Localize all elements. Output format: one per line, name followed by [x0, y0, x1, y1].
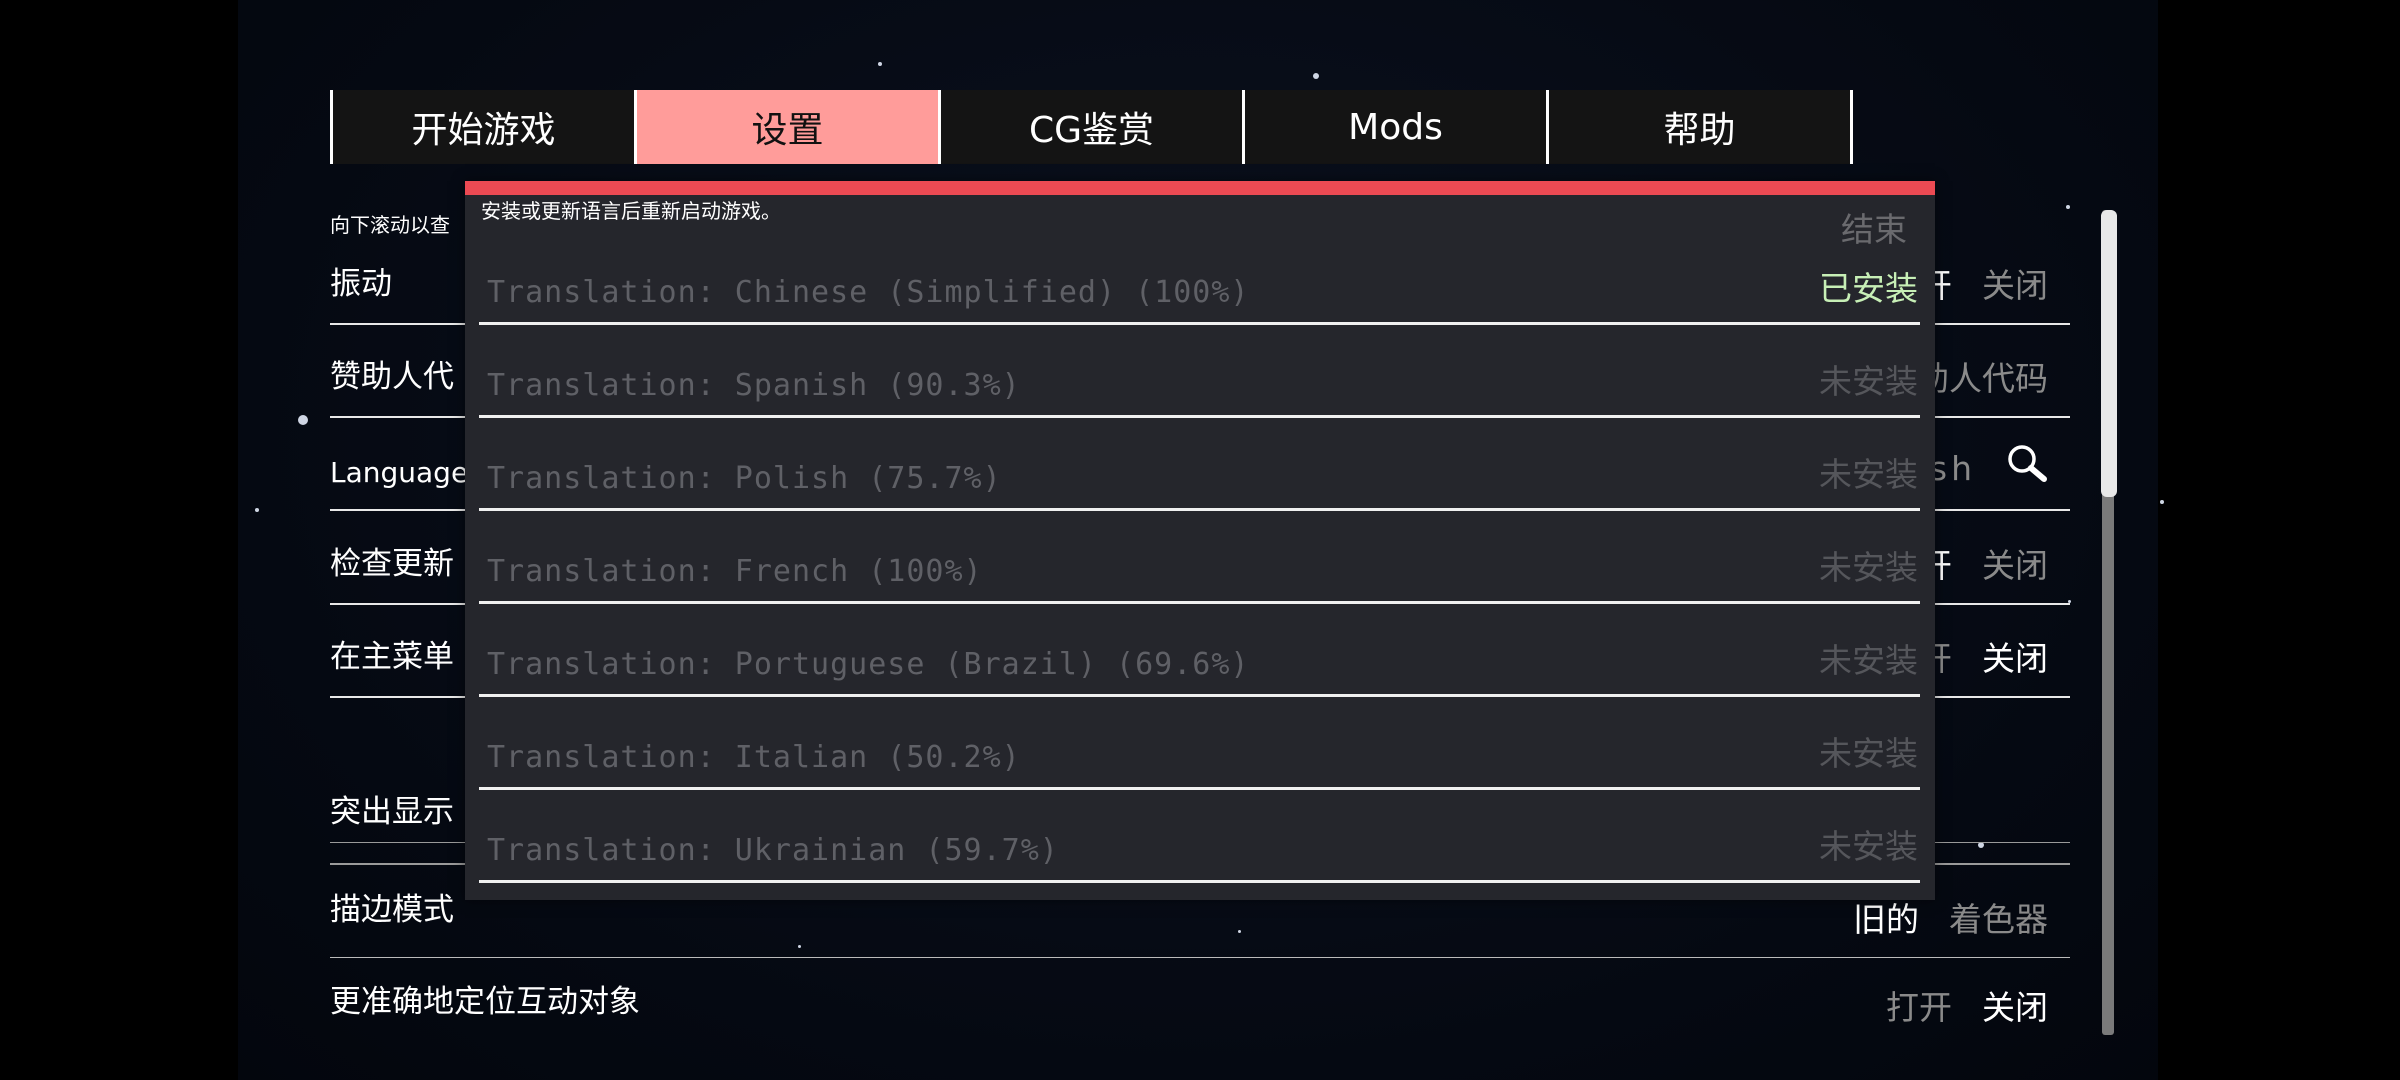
star [255, 508, 259, 512]
setting-label: 振动 [330, 266, 392, 302]
install-status: 已安装 [1819, 269, 1918, 308]
setting-label: 赞助人代 [330, 359, 454, 395]
star [2066, 205, 2070, 209]
search-icon[interactable] [2006, 443, 2048, 493]
language-item[interactable]: Translation: Polish (75.7%) 未安装 [479, 418, 1920, 511]
language-dialog: 安装或更新语言后重新启动游戏。 结束 Translation: Chinese … [465, 181, 1935, 900]
language-item[interactable]: Translation: French (100%) 未安装 [479, 511, 1920, 604]
install-status: 未安装 [1819, 362, 1918, 401]
language-name: Translation: Polish (75.7%) [487, 461, 1002, 496]
setting-label: Language [330, 456, 469, 489]
option-off[interactable]: 关闭 [1982, 632, 2048, 680]
star [878, 62, 882, 66]
install-status: 未安装 [1819, 548, 1918, 587]
tab-start-game[interactable]: 开始游戏 [333, 90, 637, 164]
install-status: 未安装 [1819, 641, 1918, 680]
language-name: Translation: Portuguese (Brazil) (69.6%) [487, 647, 1250, 682]
option-on[interactable]: 打开 [1886, 981, 1952, 1029]
tab-settings[interactable]: 设置 [637, 90, 941, 164]
scrollbar[interactable] [2101, 210, 2117, 1035]
setting-label: 描边模式 [330, 892, 454, 928]
option-off[interactable]: 关闭 [1982, 981, 2048, 1029]
tab-mods[interactable]: Mods [1245, 90, 1549, 164]
option-shader[interactable]: 着色器 [1949, 893, 2048, 941]
star [1313, 73, 1319, 79]
install-status: 未安装 [1819, 734, 1918, 773]
setting-label: 在主菜单 [330, 639, 454, 675]
setting-precise-targeting: 更准确地定位互动对象 打开 关闭 [330, 958, 2070, 1051]
language-name: Translation: Ukrainian (59.7%) [487, 833, 1059, 868]
option-off[interactable]: 关闭 [1982, 539, 2048, 587]
star [2160, 500, 2164, 504]
install-status: 未安装 [1819, 455, 1918, 494]
tab-help[interactable]: 帮助 [1549, 90, 1853, 164]
install-status: 未安装 [1819, 827, 1918, 866]
option-old[interactable]: 旧的 [1853, 893, 1919, 941]
star [298, 415, 308, 425]
main-tabs: 开始游戏 设置 CG鉴赏 Mods 帮助 [330, 90, 1853, 164]
language-item[interactable]: Translation: Spanish (90.3%) 未安装 [479, 325, 1920, 418]
language-name: Translation: French (100%) [487, 554, 983, 589]
dialog-accent-bar [465, 181, 1935, 195]
language-item[interactable]: Translation: Portuguese (Brazil) (69.6%)… [479, 604, 1920, 697]
language-item[interactable]: Translation: Ukrainian (59.7%) 未安装 [479, 790, 1920, 883]
patron-code-button[interactable]: 助人代码 [1916, 352, 2048, 400]
language-name: Translation: Chinese (Simplified) (100%) [487, 275, 1250, 310]
language-item[interactable]: Translation: Italian (50.2%) 未安装 [479, 697, 1920, 790]
option-off[interactable]: 关闭 [1982, 259, 2048, 307]
language-item[interactable]: Translation: Chinese (Simplified) (100%)… [479, 232, 1920, 325]
tab-cg-gallery[interactable]: CG鉴赏 [941, 90, 1245, 164]
setting-label: 更准确地定位互动对象 [330, 984, 640, 1020]
scrollbar-thumb[interactable] [2101, 210, 2117, 497]
language-name: Translation: Italian (50.2%) [487, 740, 1021, 775]
dialog-hint: 安装或更新语言后重新启动游戏。 [481, 199, 781, 223]
setting-label: 检查更新 [330, 546, 454, 582]
setting-label: 突出显示 [330, 794, 454, 830]
language-name: Translation: Spanish (90.3%) [487, 368, 1021, 403]
